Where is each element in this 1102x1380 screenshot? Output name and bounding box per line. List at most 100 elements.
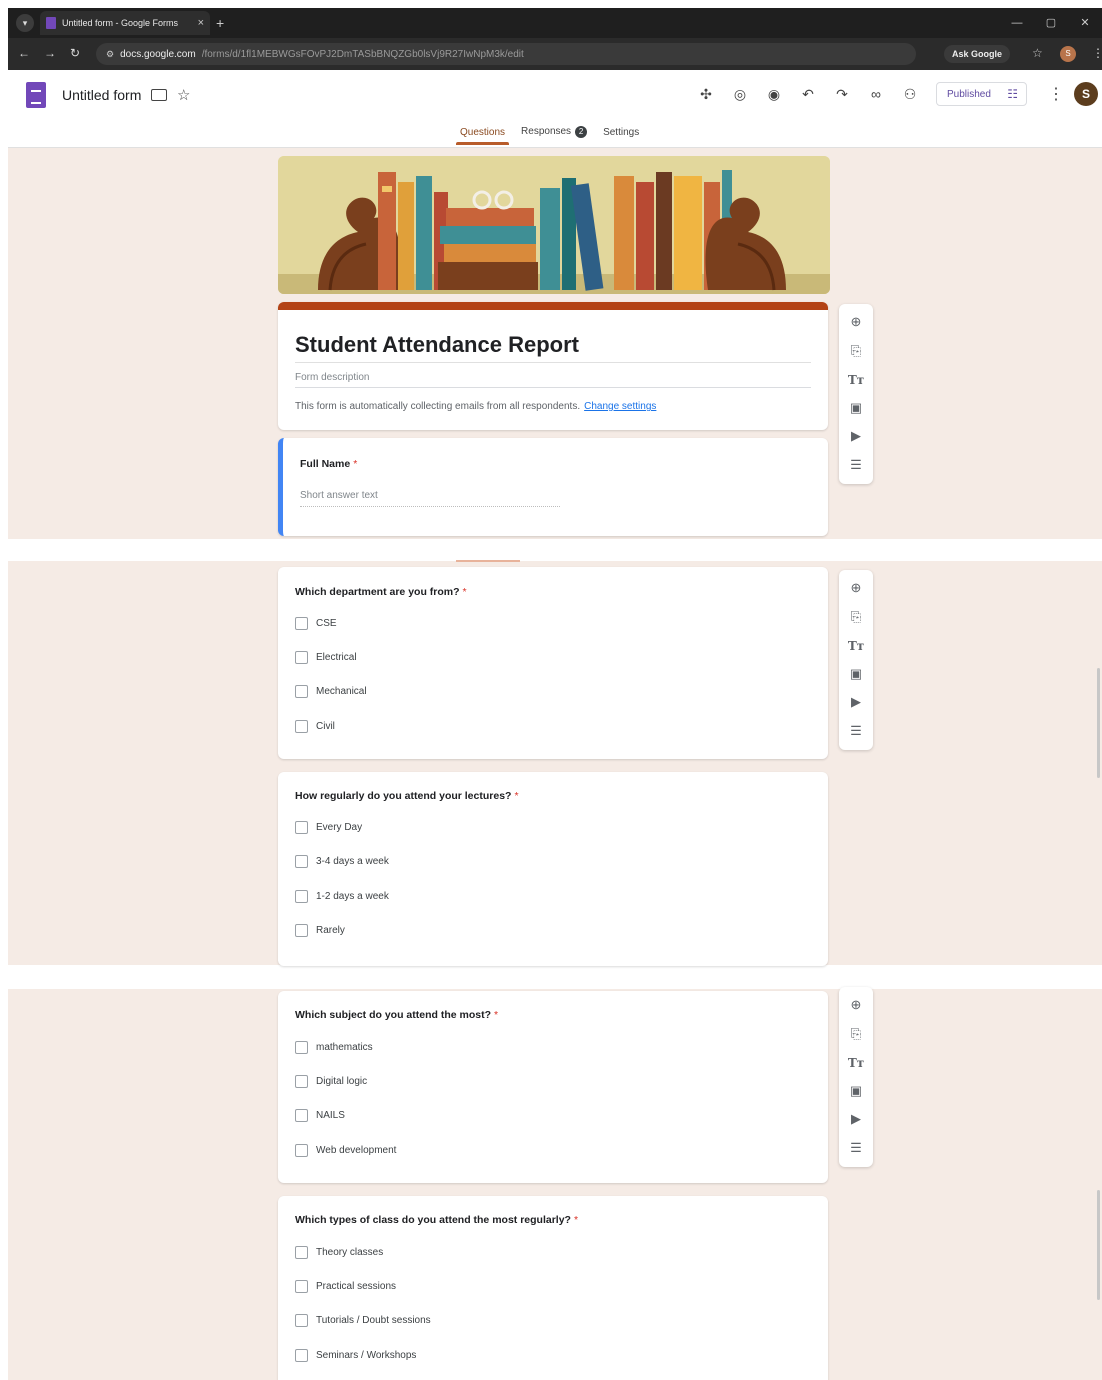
checkbox[interactable] <box>295 720 308 733</box>
browser-tab[interactable]: Untitled form - Google Forms × <box>40 11 210 35</box>
checkbox[interactable] <box>295 1314 308 1327</box>
checkbox-option[interactable]: Tutorials / Doubt sessions <box>295 1314 431 1327</box>
address-bar[interactable]: ⚙ docs.google.com/forms/d/1fl1MEBWGsFOvP… <box>96 43 916 65</box>
checkbox-option[interactable]: mathematics <box>295 1041 373 1054</box>
copy-link-icon[interactable]: ∞ <box>866 84 886 104</box>
checkbox[interactable] <box>295 1144 308 1157</box>
tab-search-icon[interactable]: ▾ <box>16 14 34 32</box>
question-title[interactable]: Which subject do you attend the most? * <box>295 1009 498 1021</box>
new-tab-icon[interactable]: + <box>216 14 224 32</box>
checkbox-option[interactable]: NAILS <box>295 1109 345 1122</box>
checkbox[interactable] <box>295 821 308 834</box>
import-questions-icon[interactable]: ⎘ <box>846 607 866 627</box>
checkbox-option[interactable]: 1-2 days a week <box>295 890 389 903</box>
question-card-department[interactable]: Which department are you from? * CSE Elec… <box>278 567 828 759</box>
checkbox-option[interactable]: Civil <box>295 720 335 733</box>
option-label: Rarely <box>316 925 345 936</box>
undo-icon[interactable]: ↶ <box>798 84 818 104</box>
change-settings-link[interactable]: Change settings <box>584 401 656 412</box>
bookmark-star-icon[interactable]: ☆ <box>1032 46 1043 60</box>
customize-theme-icon[interactable]: ◎ <box>730 84 750 104</box>
form-tabs: Questions Responses 2 Settings <box>455 126 639 145</box>
checkbox-option[interactable]: Theory classes <box>295 1246 383 1259</box>
add-question-icon[interactable]: ⊕ <box>846 312 866 332</box>
checkbox[interactable] <box>295 890 308 903</box>
checkbox[interactable] <box>295 924 308 937</box>
add-video-icon[interactable]: ▶ <box>846 1109 866 1129</box>
checkbox[interactable] <box>295 685 308 698</box>
scrollbar-thumb[interactable] <box>1097 668 1100 778</box>
add-section-icon[interactable]: ☰ <box>846 1138 866 1158</box>
checkbox-option[interactable]: Digital logic <box>295 1075 367 1088</box>
checkbox[interactable] <box>295 1349 308 1362</box>
checkbox-option[interactable]: Every Day <box>295 821 362 834</box>
add-title-icon[interactable]: Tт <box>846 1053 866 1073</box>
move-to-folder-icon[interactable] <box>151 89 167 101</box>
more-options-icon[interactable]: ⋮ <box>1048 84 1064 104</box>
reload-icon[interactable]: ↻ <box>70 46 80 60</box>
minimize-icon[interactable]: — <box>1000 8 1034 38</box>
add-image-icon[interactable]: ▣ <box>846 398 866 418</box>
question-card-class-types[interactable]: Which types of class do you attend the m… <box>278 1196 828 1380</box>
add-ons-icon[interactable]: ✣ <box>696 84 716 104</box>
checkbox[interactable] <box>295 1041 308 1054</box>
published-button[interactable]: Published ☷ <box>936 82 1027 106</box>
checkbox[interactable] <box>295 1075 308 1088</box>
checkbox-option[interactable]: Electrical <box>295 651 357 664</box>
add-title-icon[interactable]: Tт <box>846 636 866 656</box>
import-questions-icon[interactable]: ⎘ <box>846 1024 866 1044</box>
add-section-icon[interactable]: ☰ <box>846 721 866 741</box>
checkbox[interactable] <box>295 1280 308 1293</box>
checkbox[interactable] <box>295 1109 308 1122</box>
tab-responses[interactable]: Responses 2 <box>521 126 588 144</box>
add-section-icon[interactable]: ☰ <box>846 455 866 475</box>
checkbox[interactable] <box>295 617 308 630</box>
document-title[interactable]: Untitled form <box>62 87 141 103</box>
redo-icon[interactable]: ↷ <box>832 84 852 104</box>
site-info-icon[interactable]: ⚙ <box>106 49 114 60</box>
question-card-subject[interactable]: Which subject do you attend the most? * m… <box>278 991 828 1183</box>
add-collaborators-icon[interactable]: ⚇ <box>900 84 920 104</box>
question-title[interactable]: How regularly do you attend your lecture… <box>295 790 519 802</box>
add-image-icon[interactable]: ▣ <box>846 1081 866 1101</box>
checkbox-option[interactable]: Practical sessions <box>295 1280 396 1293</box>
forward-arrow-icon[interactable]: → <box>44 46 56 60</box>
maximize-icon[interactable]: ▢ <box>1034 8 1068 38</box>
question-title[interactable]: Which department are you from? * <box>295 586 467 598</box>
add-image-icon[interactable]: ▣ <box>846 664 866 684</box>
back-arrow-icon[interactable]: ← <box>18 46 30 60</box>
question-card-lectures[interactable]: How regularly do you attend your lecture… <box>278 772 828 966</box>
account-avatar[interactable]: S <box>1074 82 1098 106</box>
form-title[interactable]: Student Attendance Report <box>295 332 579 358</box>
tab-questions[interactable]: Questions <box>455 127 510 145</box>
tab-settings[interactable]: Settings <box>603 127 639 144</box>
add-video-icon[interactable]: ▶ <box>846 692 866 712</box>
scrollbar-thumb-lower[interactable] <box>1097 1190 1100 1300</box>
add-video-icon[interactable]: ▶ <box>846 426 866 446</box>
checkbox-option[interactable]: 3-4 days a week <box>295 855 389 868</box>
checkbox-option[interactable]: CSE <box>295 617 337 630</box>
form-description-input[interactable]: Form description <box>295 372 369 383</box>
add-title-icon[interactable]: Tт <box>846 370 866 390</box>
close-window-icon[interactable]: ✕ <box>1068 8 1102 38</box>
checkbox-option[interactable]: Web development <box>295 1144 396 1157</box>
ask-google-button[interactable]: Ask Google <box>944 45 1011 63</box>
question-card-full-name[interactable]: Full Name * Short answer text <box>278 438 828 536</box>
question-title[interactable]: Which types of class do you attend the m… <box>295 1214 578 1226</box>
question-title[interactable]: Full Name * <box>300 458 357 470</box>
checkbox[interactable] <box>295 855 308 868</box>
add-question-icon[interactable]: ⊕ <box>846 995 866 1015</box>
forms-logo-icon[interactable] <box>26 82 46 108</box>
checkbox-option[interactable]: Seminars / Workshops <box>295 1349 416 1362</box>
import-questions-icon[interactable]: ⎘ <box>846 341 866 361</box>
checkbox-option[interactable]: Rarely <box>295 924 345 937</box>
checkbox-option[interactable]: Mechanical <box>295 685 367 698</box>
preview-eye-icon[interactable]: ◉ <box>764 84 784 104</box>
browser-profile-avatar[interactable]: S <box>1060 46 1076 62</box>
add-question-icon[interactable]: ⊕ <box>846 578 866 598</box>
star-icon[interactable]: ☆ <box>177 86 190 104</box>
checkbox[interactable] <box>295 1246 308 1259</box>
browser-menu-icon[interactable]: ⋮ <box>1092 46 1102 60</box>
checkbox[interactable] <box>295 651 308 664</box>
tab-close-icon[interactable]: × <box>198 17 204 29</box>
